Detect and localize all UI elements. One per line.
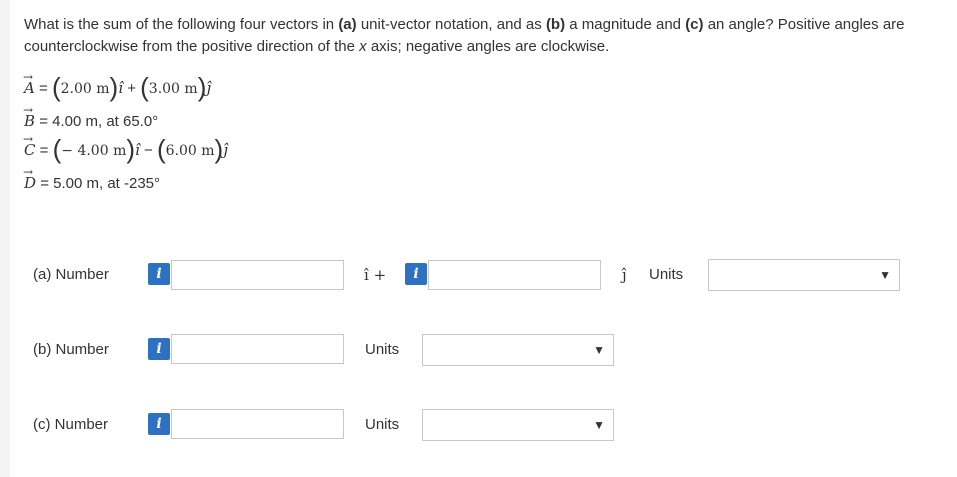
info-icon[interactable]: i bbox=[148, 263, 170, 285]
vector-c-equation: → C = (− 4.00 m)î − (6.00 m)ĵ bbox=[23, 132, 228, 164]
answer-b-input[interactable] bbox=[171, 334, 344, 364]
units-label-b: Units bbox=[365, 341, 400, 358]
row-a-label: (a) Number bbox=[33, 266, 109, 283]
info-icon[interactable]: i bbox=[148, 413, 170, 435]
vector-b-equation: → B = 4.00 m, at 65.0° bbox=[23, 103, 159, 130]
units-select-b[interactable]: ▼ bbox=[422, 334, 614, 366]
row-b-label: (b) Number bbox=[33, 341, 109, 358]
vector-a-symbol: → A bbox=[23, 70, 35, 97]
row-c-label: (c) Number bbox=[33, 416, 109, 433]
units-select-a[interactable]: ▼ bbox=[708, 259, 900, 291]
vector-a-equation: → A = (2.00 m)î + (3.00 m)ĵ bbox=[23, 70, 212, 102]
units-label-a: Units bbox=[649, 266, 684, 283]
vector-d-symbol: → D bbox=[23, 165, 37, 192]
answer-a-x-input[interactable] bbox=[171, 260, 344, 290]
vector-c-symbol: → C bbox=[23, 132, 36, 159]
question-text: What is the sum of the following four ve… bbox=[24, 16, 905, 55]
info-icon[interactable]: i bbox=[148, 338, 170, 360]
j-hat-symbol: ĵ bbox=[622, 266, 627, 284]
units-label-c: Units bbox=[365, 416, 400, 433]
chevron-down-icon: ▼ bbox=[593, 418, 605, 432]
chevron-down-icon: ▼ bbox=[879, 268, 891, 282]
chevron-down-icon: ▼ bbox=[593, 343, 605, 357]
vector-b-symbol: → B bbox=[23, 103, 36, 130]
vector-d-equation: → D = 5.00 m, at -235° bbox=[23, 165, 161, 192]
units-select-c[interactable]: ▼ bbox=[422, 409, 614, 441]
i-hat-symbol: î + bbox=[364, 266, 387, 284]
info-icon[interactable]: i bbox=[405, 263, 427, 285]
answer-c-input[interactable] bbox=[171, 409, 344, 439]
answer-a-y-input[interactable] bbox=[428, 260, 601, 290]
